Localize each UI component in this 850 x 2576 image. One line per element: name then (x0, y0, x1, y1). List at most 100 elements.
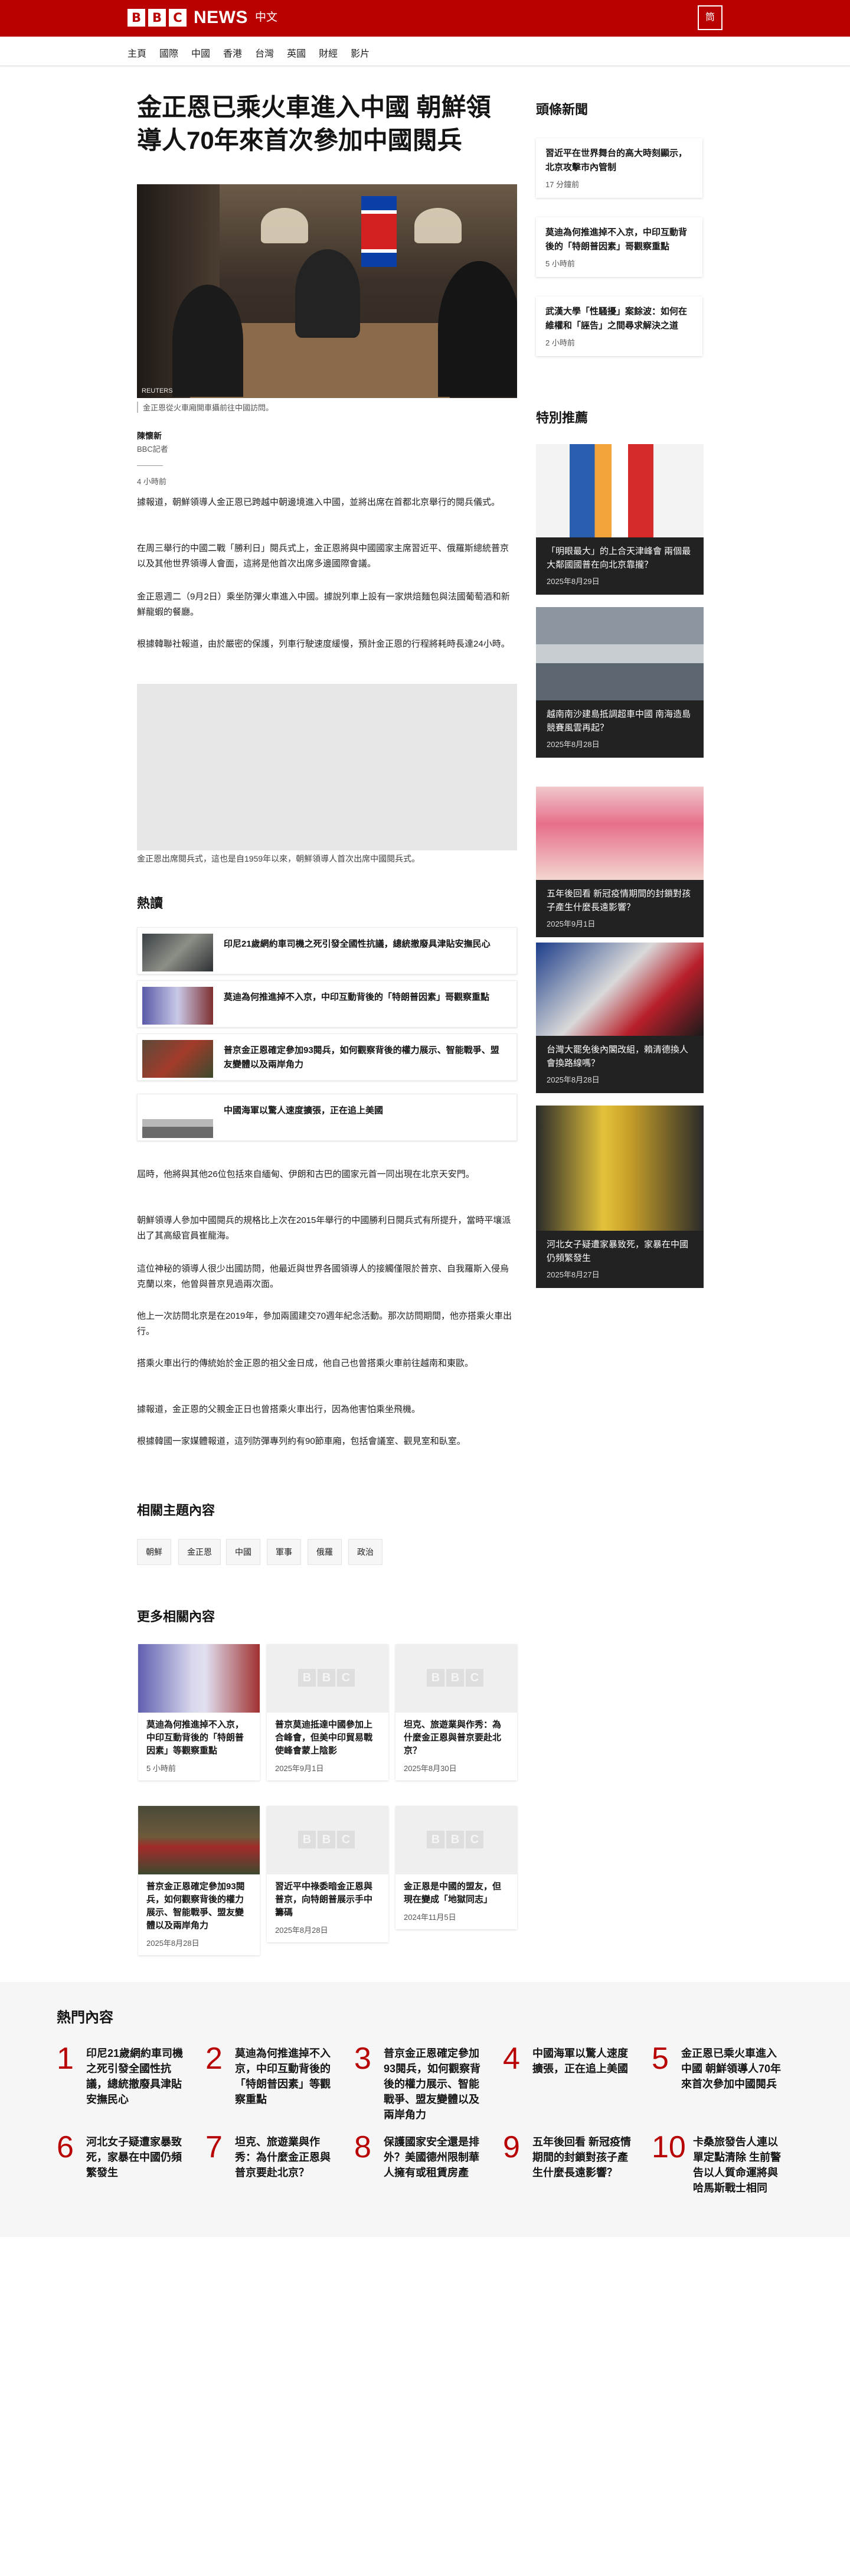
topic-tag[interactable]: 朝鮮 (137, 1539, 171, 1565)
article-paragraph: 根據韓國一家媒體報道，這列防彈專列約有90節車廂，包括會議室、觀見室和臥室。 (137, 1436, 466, 1446)
thumbnail-image (142, 934, 213, 971)
featured-card[interactable]: 五年後回看 新冠疫情期間的封鎖對孩子產生什麼長遠影響？ 2025年9月1日 (536, 787, 704, 937)
topic-tag[interactable]: 俄羅 (308, 1539, 342, 1565)
nav-bar: 主頁 國際 中國 香港 台灣 英國 財經 影片 (0, 37, 850, 66)
related-card[interactable]: BBC 習近平中祿委暗金正恩與普京，向特朗普展示手中籌碼 2025年8月28日 (267, 1806, 388, 1942)
nav-item-video[interactable]: 影片 (351, 45, 370, 60)
card-date: 2025年8月28日 (146, 1939, 200, 1948)
related-card[interactable]: 莫迪為何推進掉不入京，中印互動背後的「特朗普因素」等觀察重點 5 小時前 (138, 1644, 260, 1781)
related-card[interactable]: BBC 普京莫迪抵達中國參加上合峰會，但美中印貿易戰使峰會蒙上陰影 2025年9… (267, 1644, 388, 1781)
article-paragraph: 屆時，他將與其他26位包括來自緬甸、伊朗和古巴的國家元首一同出現在北京天安門。 (137, 1169, 475, 1179)
most-read-title: 保護國家安全還是排外？美國德州限制華人擁有或租賃房產 (384, 2136, 479, 2179)
thumbnail-image (142, 987, 213, 1025)
logo-news-text: NEWS (194, 8, 248, 27)
featured-date: 2025年9月1日 (547, 919, 596, 928)
featured-card[interactable]: 台灣大罷免後內閣改組，賴清德換人會換路線嗎？ 2025年8月28日 (536, 943, 704, 1093)
bbc-news-logo[interactable]: B B C NEWS 中文 (128, 9, 277, 27)
most-read-title: 五年後回看 新冠疫情期間的封鎖對孩子產生什麼長遠影響？ (532, 2136, 632, 2179)
nav-item-uk[interactable]: 英國 (287, 45, 306, 60)
placeholder-letter: C (337, 1669, 355, 1687)
nav-item-world[interactable]: 國際 (159, 45, 178, 60)
rank-number: 1 (57, 2042, 74, 2076)
placeholder-letter: B (298, 1831, 316, 1848)
placeholder-letter: C (466, 1831, 483, 1848)
author-role: BBC記者 (137, 445, 168, 454)
logo-letter: B (148, 9, 166, 27)
rank-number: 2 (205, 2042, 223, 2076)
article-paragraph: 這位神秘的領導人很少出國訪問，他最近與世界各國領導人的接觸僅限於普京、自我羅斯入… (137, 1264, 509, 1289)
most-read-title: 中國海軍以驚人速度擴張，正在追上美國 (532, 2047, 628, 2075)
image-caption: 金正恩從火車廂開車攝前往中國訪問。 (137, 402, 517, 413)
top-story[interactable]: 習近平在世界舞台的高大時刻顯示，北京攻擊市內管制 17 分鐘前 (536, 138, 702, 198)
related-card[interactable]: 普京金正恩確定參加93閱兵，如何觀察背後的權力展示、智能戰爭、盟友變體以及兩岸角… (138, 1806, 260, 1955)
topic-tag[interactable]: 軍事 (267, 1539, 301, 1565)
nav-item-taiwan[interactable]: 台灣 (255, 45, 274, 60)
most-read-title: 印尼21歲網約車司機之死引發全國性抗議，總統撤廢具津貼安撫民心 (86, 2047, 184, 2105)
divider (137, 465, 163, 466)
placeholder-letter: C (466, 1669, 483, 1687)
top-stories-heading: 頭條新聞 (536, 102, 589, 117)
card-image (138, 1806, 260, 1874)
featured-date: 2025年8月28日 (547, 1075, 600, 1084)
article-paragraph: 金正恩週二（9月2日）乘坐防彈火車進入中國。據說列車上設有一家烘焙麵包與法國葡萄… (137, 592, 510, 617)
most-read-title: 普京金正恩確定參加93閱兵，如何觀察背後的權力展示、智能戰爭、盟友變體以及兩岸角… (384, 2047, 481, 2121)
nav-item-home[interactable]: 主頁 (128, 45, 146, 60)
topic-tag[interactable]: 政治 (348, 1539, 382, 1565)
placeholder-letter: B (446, 1831, 464, 1848)
topics-heading: 相關主題內容 (137, 1503, 215, 1518)
hot-item[interactable]: 莫迪為何推進掉不入京，中印互動背後的「特朗普因素」哥觀察重點 (137, 980, 517, 1028)
featured-title: 「明眼最大」的上合天津峰會 兩個最大鄰國國普在向北京靠攏？ (547, 546, 691, 570)
related-card[interactable]: BBC 坦克、旅遊業與作秀：為什麼金正恩與普京要赴北京？ 2025年8月30日 (395, 1644, 517, 1781)
featured-card[interactable]: 越南南沙建島抵調超車中國 南海造島競賽風雲再起？ 2025年8月28日 (536, 607, 704, 758)
most-read-title: 金正恩已乘火車進入中國 朝鮮領導人70年來首次參加中國閱兵 (681, 2047, 782, 2090)
hot-item[interactable]: 中國海軍以驚人速度擴張，正在追上美國 (137, 1094, 517, 1141)
top-story-date: 5 小時前 (545, 259, 575, 268)
article-paragraph: 他上一次訪問北京是在2019年，參加兩國建交70週年紀念活動。那次訪問期間，他亦… (137, 1311, 512, 1336)
top-story-date: 2 小時前 (545, 338, 575, 347)
topic-tag[interactable]: 中國 (226, 1539, 260, 1565)
nav-item-business[interactable]: 財經 (319, 45, 338, 60)
article-paragraph: 在周三舉行的中國二戰「勝利日」閱兵式上，金正恩將與中國國家主席習近平、俄羅斯總統… (137, 543, 509, 569)
nav-item-hongkong[interactable]: 香港 (223, 45, 242, 60)
publish-time: 4 小時前 (137, 477, 166, 486)
article-paragraph: 朝鮮領導人參加中國閱兵的規格比上次在2015年舉行的中國勝利日閱兵式有所提升，當… (137, 1215, 511, 1241)
featured-image (536, 787, 704, 880)
placeholder-letter: C (337, 1831, 355, 1848)
featured-title: 台灣大罷免後內閣改組，賴清德換人會換路線嗎？ (547, 1045, 689, 1068)
card-title: 普京莫迪抵達中國參加上合峰會，但美中印貿易戰使峰會蒙上陰影 (275, 1720, 373, 1756)
hot-item[interactable]: 印尼21歲網約車司機之死引發全國性抗議，總統撤廢具津貼安撫民心 (137, 927, 517, 974)
more-heading: 更多相關內容 (137, 1609, 215, 1624)
nav-item-china[interactable]: 中國 (191, 45, 210, 60)
top-story[interactable]: 武漢大學「性騷擾」案餘波：如何在維權和「誣告」之間尋求解決之道 2 小時前 (536, 296, 702, 356)
featured-title: 五年後回看 新冠疫情期間的封鎖對孩子產生什麼長遠影響？ (547, 889, 691, 912)
rank-number: 3 (354, 2042, 371, 2076)
placeholder-letter: B (427, 1669, 444, 1687)
top-story-date: 17 分鐘前 (545, 180, 580, 189)
most-read-title: 坦克、旅遊業與作秀：為什麼金正恩與普京要赴北京？ (235, 2136, 331, 2179)
featured-title: 河北女子疑遭家暴致死，家暴在中國仍頻繁發生 (547, 1240, 689, 1263)
card-date: 2025年8月30日 (404, 1764, 457, 1773)
video-placeholder[interactable] (137, 684, 517, 850)
article-paragraph: 根據韓聯社報道，由於嚴密的保護，列車行駛速度緩慢，預計金正恩的行程將耗時長達24… (137, 639, 510, 649)
placeholder-letter: B (298, 1669, 316, 1687)
hot-item-title: 普京金正恩確定參加93閱兵，如何觀察背後的權力展示、智能戰爭、盟友變體以及兩岸角… (224, 1045, 499, 1069)
featured-card[interactable]: 河北女子疑遭家暴致死，家暴在中國仍頻繁發生 2025年8月27日 (536, 1106, 704, 1288)
hero-image: REUTERS (137, 184, 517, 398)
top-story[interactable]: 莫迪為何推進掉不入京，中印互動背後的「特朗普因素」哥觀察重點 5 小時前 (536, 217, 702, 277)
topic-tag[interactable]: 金正恩 (178, 1539, 221, 1565)
top-story-title: 莫迪為何推進掉不入京，中印互動背後的「特朗普因素」哥觀察重點 (545, 227, 688, 252)
related-card[interactable]: BBC 金正恩是中國的盟友，但現在變成「地獄同志」 2024年11月5日 (395, 1806, 517, 1929)
rank-number: 5 (652, 2042, 669, 2076)
rank-number: 8 (354, 2130, 371, 2164)
flag-shape (361, 196, 397, 267)
featured-image (536, 943, 704, 1036)
card-title: 習近平中祿委暗金正恩與普京，向特朗普展示手中籌碼 (275, 1882, 373, 1918)
image-credit: REUTERS (142, 387, 173, 394)
thumbnail-image (142, 1100, 213, 1138)
media-caption: 金正恩出席閱兵式，這也是自1959年以來，朝鮮領導人首次出席中國閱兵式。 (137, 854, 420, 863)
featured-image (536, 444, 704, 537)
menu-button[interactable]: 筒 (698, 5, 722, 30)
placeholder-letter: B (427, 1831, 444, 1848)
hot-item[interactable]: 普京金正恩確定參加93閱兵，如何觀察背後的權力展示、智能戰爭、盟友變體以及兩岸角… (137, 1033, 517, 1081)
featured-card[interactable]: 「明眼最大」的上合天津峰會 兩個最大鄰國國普在向北京靠攏？ 2025年8月29日 (536, 444, 704, 595)
